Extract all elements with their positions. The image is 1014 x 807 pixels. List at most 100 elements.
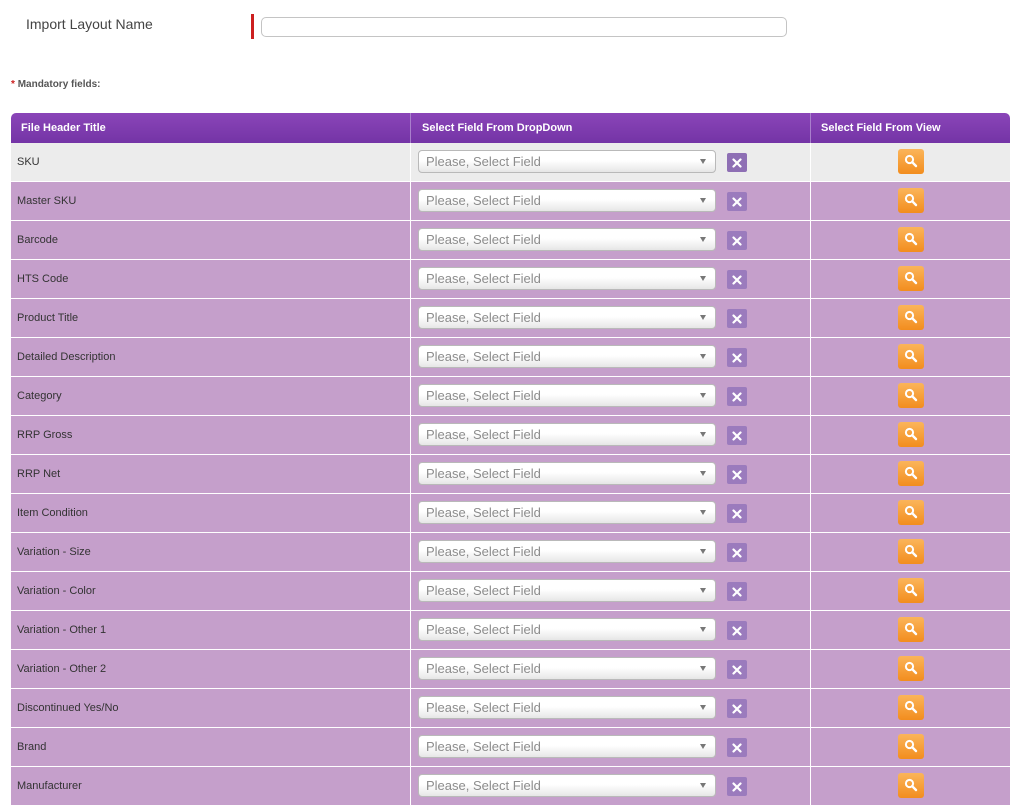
search-icon (904, 349, 918, 363)
clear-selection-button[interactable] (727, 426, 747, 445)
table-header: File Header Title Select Field From Drop… (11, 113, 1010, 143)
dropdown-cell: Please, Select Field (411, 767, 811, 805)
view-cell (811, 533, 1010, 571)
file-header-title: Variation - Size (17, 546, 91, 558)
table-body: SKU Please, Select Field Master SKU Please,… (11, 143, 1010, 805)
select-field-dropdown[interactable]: Please, Select Field (418, 228, 716, 251)
header-select-field-dropdown: Select Field From DropDown (411, 113, 811, 143)
dropdown-cell: Please, Select Field (411, 572, 811, 610)
select-field-dropdown[interactable]: Please, Select Field (418, 384, 716, 407)
select-field-dropdown[interactable]: Please, Select Field (418, 267, 716, 290)
close-icon (732, 742, 742, 753)
select-from-view-button[interactable] (897, 460, 924, 486)
clear-selection-button[interactable] (727, 543, 747, 562)
file-header-title: Master SKU (17, 195, 77, 207)
chevron-down-icon (700, 744, 706, 749)
select-from-view-button[interactable] (897, 187, 924, 213)
search-icon (904, 544, 918, 558)
close-icon (732, 664, 742, 675)
clear-selection-button[interactable] (727, 153, 747, 172)
table-row: Discontinued Yes/No Please, Select Field (11, 689, 1010, 727)
chevron-down-icon (700, 198, 706, 203)
file-header-title-cell: Master SKU (11, 182, 411, 220)
select-field-dropdown[interactable]: Please, Select Field (418, 774, 716, 797)
close-icon (732, 547, 742, 558)
file-header-title: SKU (17, 156, 40, 168)
clear-selection-button[interactable] (727, 699, 747, 718)
dropdown-cell: Please, Select Field (411, 260, 811, 298)
select-from-view-button[interactable] (897, 655, 924, 681)
table-row: Barcode Please, Select Field (11, 221, 1010, 259)
select-from-view-button[interactable] (897, 226, 924, 252)
close-icon (732, 274, 742, 285)
clear-selection-button[interactable] (727, 504, 747, 523)
select-field-dropdown[interactable]: Please, Select Field (418, 345, 716, 368)
search-icon (904, 310, 918, 324)
clear-selection-button[interactable] (727, 309, 747, 328)
file-header-title-cell: Detailed Description (11, 338, 411, 376)
select-field-placeholder: Please, Select Field (426, 778, 541, 793)
file-header-title: RRP Net (17, 468, 61, 480)
chevron-down-icon (700, 432, 706, 437)
clear-selection-button[interactable] (727, 582, 747, 601)
select-from-view-button[interactable] (897, 265, 924, 291)
select-from-view-button[interactable] (897, 772, 924, 798)
file-header-title: Category (17, 390, 62, 402)
select-field-dropdown[interactable]: Please, Select Field (418, 189, 716, 212)
clear-selection-button[interactable] (727, 465, 747, 484)
chevron-down-icon (700, 783, 706, 788)
clear-selection-button[interactable] (727, 387, 747, 406)
select-field-dropdown[interactable]: Please, Select Field (418, 579, 716, 602)
select-field-dropdown[interactable]: Please, Select Field (418, 150, 716, 173)
file-header-title: HTS Code (17, 273, 69, 285)
chevron-down-icon (700, 393, 706, 398)
search-icon (904, 466, 918, 480)
select-from-view-button[interactable] (897, 538, 924, 564)
select-from-view-button[interactable] (897, 577, 924, 603)
close-icon (732, 313, 742, 324)
clear-selection-button[interactable] (727, 621, 747, 640)
select-field-placeholder: Please, Select Field (426, 310, 541, 325)
chevron-down-icon (700, 549, 706, 554)
clear-selection-button[interactable] (727, 270, 747, 289)
view-cell (811, 182, 1010, 220)
select-from-view-button[interactable] (897, 343, 924, 369)
select-field-dropdown[interactable]: Please, Select Field (418, 540, 716, 563)
select-field-dropdown[interactable]: Please, Select Field (418, 462, 716, 485)
file-header-title: Brand (17, 741, 47, 753)
select-from-view-button[interactable] (897, 616, 924, 642)
select-field-dropdown[interactable]: Please, Select Field (418, 735, 716, 758)
select-from-view-button[interactable] (897, 694, 924, 720)
clear-selection-button[interactable] (727, 192, 747, 211)
select-from-view-button[interactable] (897, 148, 924, 174)
select-field-dropdown[interactable]: Please, Select Field (418, 501, 716, 524)
view-cell (811, 221, 1010, 259)
select-field-dropdown[interactable]: Please, Select Field (418, 696, 716, 719)
close-icon (732, 703, 742, 714)
file-header-title: Detailed Description (17, 351, 116, 363)
clear-selection-button[interactable] (727, 660, 747, 679)
select-field-dropdown[interactable]: Please, Select Field (418, 306, 716, 329)
close-icon (732, 352, 742, 363)
view-cell (811, 728, 1010, 766)
select-from-view-button[interactable] (897, 304, 924, 330)
required-indicator (251, 14, 254, 39)
file-header-title: Manufacturer (17, 780, 82, 792)
clear-selection-button[interactable] (727, 738, 747, 757)
file-header-title: Variation - Color (17, 585, 96, 597)
close-icon (732, 235, 742, 246)
file-header-title: Barcode (17, 234, 58, 246)
select-from-view-button[interactable] (897, 733, 924, 759)
clear-selection-button[interactable] (727, 231, 747, 250)
select-from-view-button[interactable] (897, 382, 924, 408)
clear-selection-button[interactable] (727, 777, 747, 796)
select-from-view-button[interactable] (897, 499, 924, 525)
select-from-view-button[interactable] (897, 421, 924, 447)
select-field-dropdown[interactable]: Please, Select Field (418, 618, 716, 641)
clear-selection-button[interactable] (727, 348, 747, 367)
import-layout-name-input[interactable] (261, 17, 787, 37)
file-header-title-cell: Variation - Other 2 (11, 650, 411, 688)
file-header-title-cell: Variation - Color (11, 572, 411, 610)
select-field-dropdown[interactable]: Please, Select Field (418, 657, 716, 680)
select-field-dropdown[interactable]: Please, Select Field (418, 423, 716, 446)
